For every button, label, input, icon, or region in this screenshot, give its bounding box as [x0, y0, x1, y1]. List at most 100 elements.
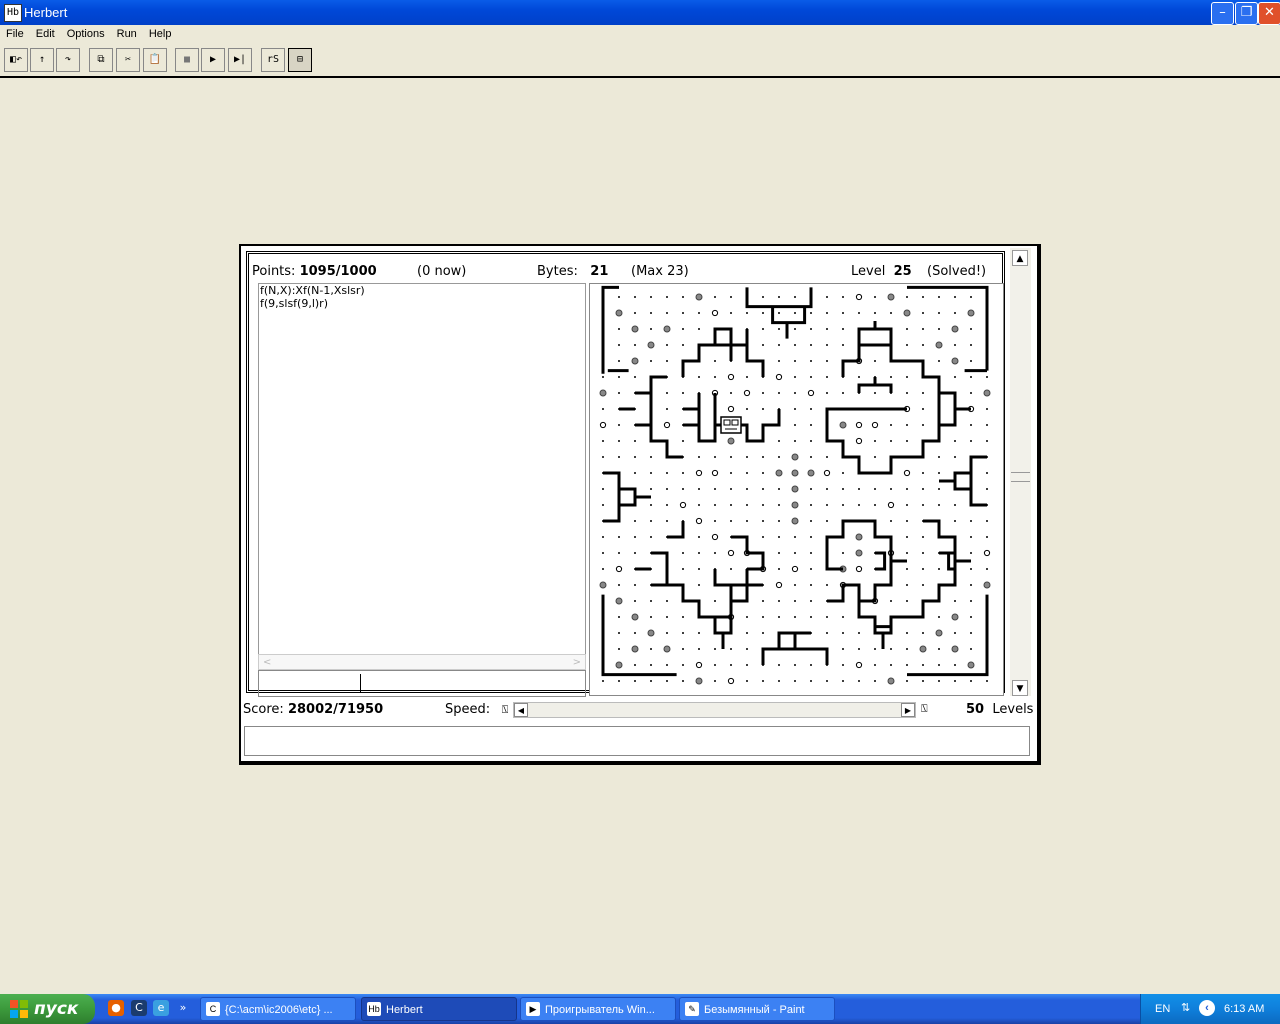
grid-dot: [698, 648, 700, 650]
maze-wall: [875, 551, 887, 571]
scroll-right-icon[interactable]: >: [573, 657, 581, 668]
close-button[interactable]: ✕: [1258, 2, 1280, 25]
more-quicklaunch-icon[interactable]: »: [177, 1000, 189, 1016]
code-horizontal-scrollbar[interactable]: < >: [258, 654, 586, 670]
start-button[interactable]: пуск: [0, 994, 95, 1024]
grid-dot: [762, 392, 764, 394]
level-label: Level: [851, 264, 886, 279]
code-line[interactable]: f(9,slsf(9,l)r): [259, 297, 585, 310]
grey-button-icon: [791, 453, 799, 461]
code-line[interactable]: f(N,X):Xf(N-1,Xslsr): [259, 284, 585, 297]
run-button[interactable]: ▶: [201, 48, 225, 72]
grid-dot: [858, 488, 860, 490]
grid-dot: [746, 616, 748, 618]
taskbar-item-media-player[interactable]: ▶ Проигрыватель Win...: [520, 997, 676, 1021]
grid-dot: [922, 472, 924, 474]
maze-wall: [601, 594, 677, 677]
grid-dot: [922, 424, 924, 426]
menu-edit[interactable]: Edit: [30, 25, 61, 40]
grid-dot: [602, 440, 604, 442]
grid-dot: [618, 360, 620, 362]
paste-button[interactable]: 📋: [143, 48, 167, 72]
grid-dot: [986, 424, 988, 426]
command-input[interactable]: [258, 670, 586, 697]
grid-dot: [842, 552, 844, 554]
grid-dot: [922, 664, 924, 666]
copy-button[interactable]: ⧉: [89, 48, 113, 72]
open-button[interactable]: ◧↶: [4, 48, 28, 72]
menu-run[interactable]: Run: [111, 25, 143, 40]
internet-explorer-icon[interactable]: e: [153, 1000, 169, 1016]
menu-help[interactable]: Help: [143, 25, 178, 40]
restore-button[interactable]: ❐: [1235, 2, 1258, 25]
network-icon[interactable]: ⇅: [1181, 1001, 1190, 1014]
stop-button[interactable]: ■: [175, 48, 199, 72]
herbert-view-button[interactable]: ⊟: [288, 48, 312, 72]
scroll-up-icon[interactable]: ▲: [1012, 250, 1028, 266]
grid-dot: [730, 648, 732, 650]
grid-dot: [714, 504, 716, 506]
far-manager-icon[interactable]: C: [131, 1000, 147, 1016]
grid-dot: [666, 680, 668, 682]
grid-dot: [922, 552, 924, 554]
speed-right-arrow[interactable]: ▶: [901, 703, 915, 717]
clock: 6:13 AM: [1224, 1003, 1265, 1015]
cut-button[interactable]: ✂: [116, 48, 140, 72]
code-editor[interactable]: f(N,X):Xf(N-1,Xslsr) f(9,slsf(9,l)r): [258, 283, 586, 655]
speed-left-arrow[interactable]: ◀: [514, 703, 528, 717]
show-hidden-icons[interactable]: ‹: [1199, 1000, 1215, 1016]
firefox-icon[interactable]: ●: [108, 1000, 124, 1016]
grid-dot: [778, 536, 780, 538]
points-now: (0 now): [417, 264, 467, 279]
export-button[interactable]: ↷: [56, 48, 80, 72]
minimize-button[interactable]: –: [1211, 2, 1234, 25]
grid-dot: [954, 632, 956, 634]
grid-dot: [602, 456, 604, 458]
scroll-thumb[interactable]: [1011, 472, 1030, 482]
menu-options[interactable]: Options: [61, 25, 111, 40]
grid-dot: [762, 328, 764, 330]
grid-dot: [794, 664, 796, 666]
taskbar-item-herbert[interactable]: Hb Herbert: [361, 997, 517, 1021]
vertical-scrollbar[interactable]: ▲ ▼: [1010, 248, 1031, 696]
grey-button-icon: [791, 469, 799, 477]
grid-dot: [794, 680, 796, 682]
taskbar-item-paint[interactable]: ✎ Безымянный - Paint: [679, 997, 835, 1021]
grid-dot: [746, 456, 748, 458]
grid-dot: [970, 376, 972, 378]
language-indicator[interactable]: EN: [1155, 1003, 1170, 1015]
grid-dot: [698, 456, 700, 458]
grid-dot: [970, 440, 972, 442]
speed-slider[interactable]: ⍂ ◀ ▶: [502, 702, 916, 718]
grey-button-icon: [935, 629, 943, 637]
step-button[interactable]: ▶|: [228, 48, 252, 72]
grid-dot: [970, 536, 972, 538]
grid-dot: [826, 328, 828, 330]
grid-dot: [858, 648, 860, 650]
scroll-down-icon[interactable]: ▼: [1012, 680, 1028, 696]
white-button-icon: [983, 549, 991, 557]
grid-dot: [906, 376, 908, 378]
grid-dot: [810, 680, 812, 682]
title-bar[interactable]: Hb Herbert – ❐ ✕: [0, 0, 1280, 25]
maze-wall: [651, 551, 669, 587]
grid-dot: [986, 472, 988, 474]
white-button-icon: [679, 501, 687, 509]
grid-dot: [810, 568, 812, 570]
grid-dot: [810, 456, 812, 458]
maze-wall: [907, 594, 989, 677]
level-value: 25: [893, 264, 912, 279]
menu-file[interactable]: File: [0, 25, 30, 40]
bytes-label: Bytes:: [537, 264, 578, 279]
reset-button[interactable]: rS: [261, 48, 285, 72]
grey-button-icon: [615, 597, 623, 605]
grid-dot: [682, 568, 684, 570]
scroll-left-icon[interactable]: <: [263, 657, 271, 668]
grid-dot: [746, 648, 748, 650]
grid-dot: [618, 440, 620, 442]
text-caret: [360, 674, 361, 692]
save-button[interactable]: ↑: [30, 48, 54, 72]
grid-dot: [634, 552, 636, 554]
taskbar-item-far[interactable]: C {C:\acm\ic2006\etc} ...: [200, 997, 356, 1021]
grid-dot: [778, 616, 780, 618]
